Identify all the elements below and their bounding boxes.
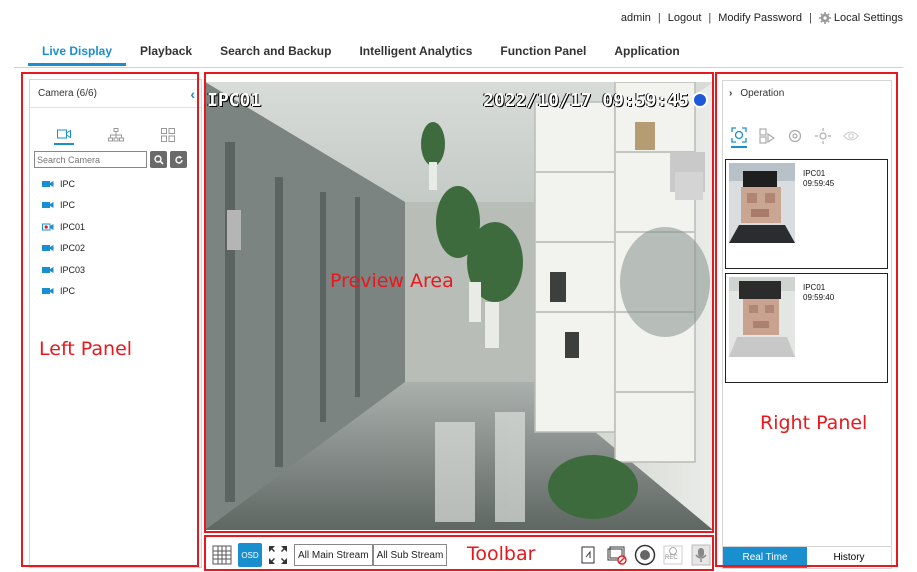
snapshot-button[interactable]	[577, 543, 601, 567]
playback-tab-icon[interactable]	[759, 126, 775, 146]
username: admin	[620, 12, 651, 24]
face-detection-tab-icon[interactable]	[731, 124, 747, 148]
refresh-icon	[174, 155, 183, 164]
camera-list-view-icon[interactable]	[53, 125, 74, 145]
camera-panel: Camera (6/6) ‹ IPC IPC I	[29, 79, 202, 568]
record-all-button[interactable]	[633, 543, 657, 567]
snapshot-camera: IPC01	[803, 283, 826, 292]
record-icon	[634, 544, 656, 566]
face-snapshot-card[interactable]: IPC01 09:59:40	[725, 273, 888, 383]
face-thumbnail	[729, 277, 795, 357]
camera-item[interactable]: IPC03	[30, 259, 201, 281]
logout-link[interactable]: Logout	[668, 12, 702, 24]
ptz-tab-icon[interactable]	[815, 126, 831, 146]
all-sub-stream-button[interactable]: All Sub Stream	[372, 544, 448, 566]
osd-toggle-button[interactable]: OSD	[238, 543, 262, 567]
local-settings-link[interactable]: Local Settings	[818, 12, 903, 25]
search-camera-input[interactable]	[34, 151, 147, 168]
tab-live-display[interactable]: Live Display	[28, 40, 127, 66]
gear-icon	[818, 12, 831, 25]
tab-history[interactable]: History	[807, 547, 891, 568]
tab-search-and-backup[interactable]: Search and Backup	[206, 40, 345, 66]
preview-area-annotation: Preview Area	[330, 270, 454, 292]
face-thumbnail	[729, 163, 795, 243]
camera-online-icon	[42, 245, 54, 252]
group-tree-icon[interactable]	[106, 125, 126, 145]
camera-list: IPC IPC IPC01 IPC02 IPC03 IPC	[30, 173, 201, 302]
live-toolbar: OSD All Main Stream All Sub Stream REC	[205, 539, 713, 571]
tab-playback[interactable]: Playback	[126, 40, 206, 66]
tab-function-panel[interactable]: Function Panel	[486, 40, 600, 66]
osd-camera-name: IPC01	[207, 90, 262, 111]
camera-item[interactable]: IPC01	[30, 216, 201, 238]
right-panel-annotation: Right Panel	[760, 412, 868, 434]
nav-divider	[14, 67, 903, 68]
search-icon	[153, 154, 164, 165]
snapshot-icon	[581, 546, 595, 564]
search-button[interactable]	[150, 151, 167, 168]
camera-online-icon	[42, 202, 54, 209]
talk-button[interactable]	[689, 543, 713, 567]
snapshot-tabs: Real Time History	[723, 546, 891, 568]
grid-layout-icon	[212, 545, 232, 565]
camera-status-icon	[692, 92, 708, 108]
top-bar: admin | Logout | Modify Password | Local…	[620, 11, 903, 25]
layout-grid-button[interactable]	[210, 543, 234, 567]
operation-title: Operation	[740, 87, 785, 99]
view-tab-icon[interactable]	[843, 126, 859, 146]
rec-button[interactable]: REC	[661, 543, 685, 567]
close-preview-icon	[607, 546, 627, 565]
camera-panel-title: Camera (6/6)	[38, 88, 97, 99]
camera-item[interactable]: IPC	[30, 195, 201, 217]
collapse-right-icon[interactable]: ›	[729, 88, 732, 99]
fullscreen-icon	[269, 546, 287, 564]
tab-real-time[interactable]: Real Time	[723, 547, 807, 568]
settings-tab-icon[interactable]	[787, 126, 803, 146]
collapse-left-icon[interactable]: ‹	[190, 86, 195, 102]
left-panel-annotation: Left Panel	[39, 338, 133, 360]
camera-online-icon	[42, 266, 54, 273]
camera-item[interactable]: IPC02	[30, 238, 201, 260]
camera-feed-image	[205, 82, 713, 530]
microphone-icon	[691, 544, 711, 566]
all-main-stream-button[interactable]: All Main Stream	[294, 544, 373, 566]
close-all-preview-button[interactable]	[605, 543, 629, 567]
camera-recording-icon	[42, 223, 54, 231]
camera-online-icon	[42, 288, 54, 295]
camera-item[interactable]: IPC	[30, 173, 201, 195]
camera-item[interactable]: IPC	[30, 281, 201, 303]
tab-intelligent-analytics[interactable]: Intelligent Analytics	[345, 40, 486, 66]
osd-datetime: 2022/10/17 09:59:45	[483, 90, 689, 111]
snapshot-time: 09:59:45	[803, 179, 835, 188]
refresh-button[interactable]	[170, 151, 187, 168]
tab-application[interactable]: Application	[600, 40, 693, 66]
layout-view-icon[interactable]	[158, 125, 178, 145]
face-snapshot-card[interactable]: IPC01 09:59:45	[725, 159, 888, 269]
modify-password-link[interactable]: Modify Password	[718, 12, 802, 24]
operation-panel: › Operation IPC01 09:59:45 IPC01 09:59:4…	[722, 80, 892, 569]
snapshot-camera: IPC01	[803, 169, 826, 178]
main-nav: Live Display Playback Search and Backup …	[28, 40, 694, 66]
snapshot-time: 09:59:40	[803, 293, 835, 302]
fullscreen-button[interactable]	[266, 543, 290, 567]
toolbar-annotation: Toolbar	[467, 543, 536, 565]
camera-online-icon	[42, 180, 54, 187]
live-preview[interactable]: IPC01 2022/10/17 09:59:45	[205, 82, 713, 530]
